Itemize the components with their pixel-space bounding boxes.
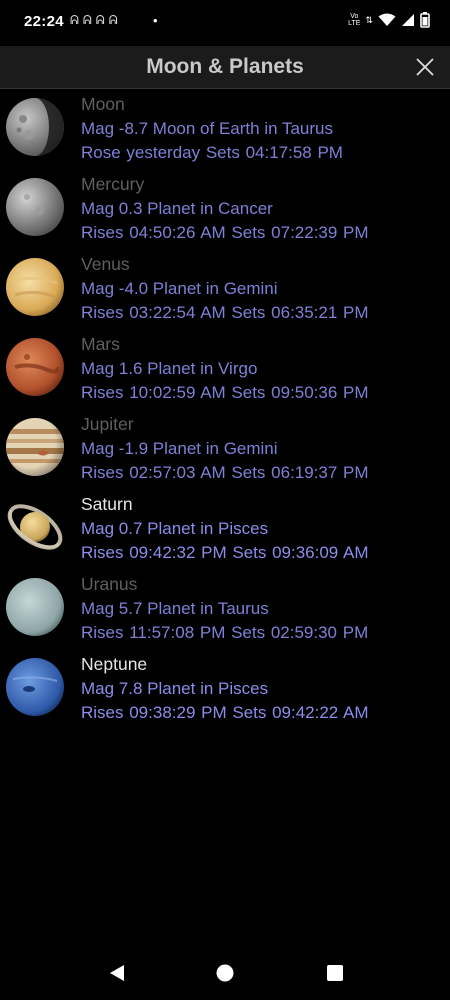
- planet-name: Mars: [81, 334, 120, 354]
- planet-magnitude: Mag 1.6 Planet in Virgo: [81, 359, 258, 378]
- planet-rise-set: Rises 11:57:08 PM Sets 02:59:30 PM: [81, 623, 369, 642]
- jupiter-icon: [6, 418, 64, 476]
- planet-rise-set: Rose yesterday Sets 04:17:58 PM: [81, 143, 343, 162]
- more-notifications-dot: •: [153, 13, 158, 28]
- page-title: Moon & Planets: [146, 55, 304, 78]
- planet-name: Uranus: [81, 574, 138, 594]
- planet-magnitude: Mag 0.3 Planet in Cancer: [81, 199, 273, 218]
- navigation-bar: [0, 950, 450, 1000]
- planet-rise-set: Rises 10:02:59 AM Sets 09:50:36 PM: [81, 383, 369, 402]
- planet-rise-set: Rises 03:22:54 AM Sets 06:35:21 PM: [81, 303, 369, 322]
- status-icons: Vo LTE ⇅: [348, 12, 430, 28]
- planet-magnitude: Mag -1.9 Planet in Gemini: [81, 439, 278, 458]
- status-time: 22:24: [24, 13, 64, 30]
- list-item-moon[interactable]: Moon Mag -8.7 Moon of Earth in Taurus Ro…: [0, 92, 450, 172]
- close-icon[interactable]: [412, 54, 438, 80]
- uranus-icon: [6, 578, 64, 636]
- screen: 22:24 ᕱᕱᕱᕱ • Vo LTE ⇅ Moon & Planets Moo…: [0, 0, 450, 1000]
- wifi-icon: [378, 13, 396, 26]
- status-bar: 22:24 ᕱᕱᕱᕱ • Vo LTE ⇅: [0, 0, 450, 46]
- signal-icon: [402, 14, 414, 26]
- list-item-venus[interactable]: Venus Mag -4.0 Planet in Gemini Rises 03…: [0, 252, 450, 332]
- recents-icon[interactable]: [325, 963, 345, 983]
- planet-magnitude: Mag -4.0 Planet in Gemini: [81, 279, 278, 298]
- list-item-mercury[interactable]: Mercury Mag 0.3 Planet in Cancer Rises 0…: [0, 172, 450, 252]
- planet-name: Saturn: [81, 494, 133, 514]
- planet-magnitude: Mag 5.7 Planet in Taurus: [81, 599, 269, 618]
- list-item-neptune[interactable]: Neptune Mag 7.8 Planet in Pisces Rises 0…: [0, 652, 450, 732]
- planet-rise-set: Rises 09:38:29 PM Sets 09:42:22 AM: [81, 703, 369, 722]
- planet-name: Neptune: [81, 654, 148, 674]
- back-icon[interactable]: [107, 963, 127, 983]
- mars-icon: [6, 338, 64, 396]
- list-item-uranus[interactable]: Uranus Mag 5.7 Planet in Taurus Rises 11…: [0, 572, 450, 652]
- battery-icon: [420, 12, 430, 28]
- list-item-mars[interactable]: Mars Mag 1.6 Planet in Virgo Rises 10:02…: [0, 332, 450, 412]
- home-icon[interactable]: [215, 963, 235, 983]
- planet-list: Moon Mag -8.7 Moon of Earth in Taurus Ro…: [0, 92, 450, 732]
- planet-name: Jupiter: [81, 414, 134, 434]
- volte-icon: Vo LTE: [348, 13, 361, 27]
- mercury-icon: [6, 178, 64, 236]
- saturn-icon: [7, 504, 63, 550]
- planet-rise-set: Rises 09:42:32 PM Sets 09:36:09 AM: [81, 543, 369, 562]
- planet-name: Moon: [81, 94, 125, 114]
- list-item-saturn[interactable]: Saturn Mag 0.7 Planet in Pisces Rises 09…: [0, 492, 450, 572]
- planet-name: Venus: [81, 254, 130, 274]
- moon-icon: [6, 98, 64, 156]
- planet-magnitude: Mag -8.7 Moon of Earth in Taurus: [81, 119, 333, 138]
- planet-rise-set: Rises 04:50:26 AM Sets 07:22:39 PM: [81, 223, 369, 242]
- notification-icons: ᕱᕱᕱᕱ: [70, 13, 122, 27]
- data-activity-icon: ⇅: [365, 14, 373, 25]
- neptune-icon: [6, 658, 64, 716]
- planet-name: Mercury: [81, 174, 145, 194]
- planet-magnitude: Mag 0.7 Planet in Pisces: [81, 519, 269, 538]
- planet-magnitude: Mag 7.8 Planet in Pisces: [81, 679, 269, 698]
- planet-rise-set: Rises 02:57:03 AM Sets 06:19:37 PM: [81, 463, 369, 482]
- title-bar: Moon & Planets: [0, 46, 450, 89]
- venus-icon: [6, 258, 64, 316]
- list-item-jupiter[interactable]: Jupiter Mag -1.9 Planet in Gemini Rises …: [0, 412, 450, 492]
